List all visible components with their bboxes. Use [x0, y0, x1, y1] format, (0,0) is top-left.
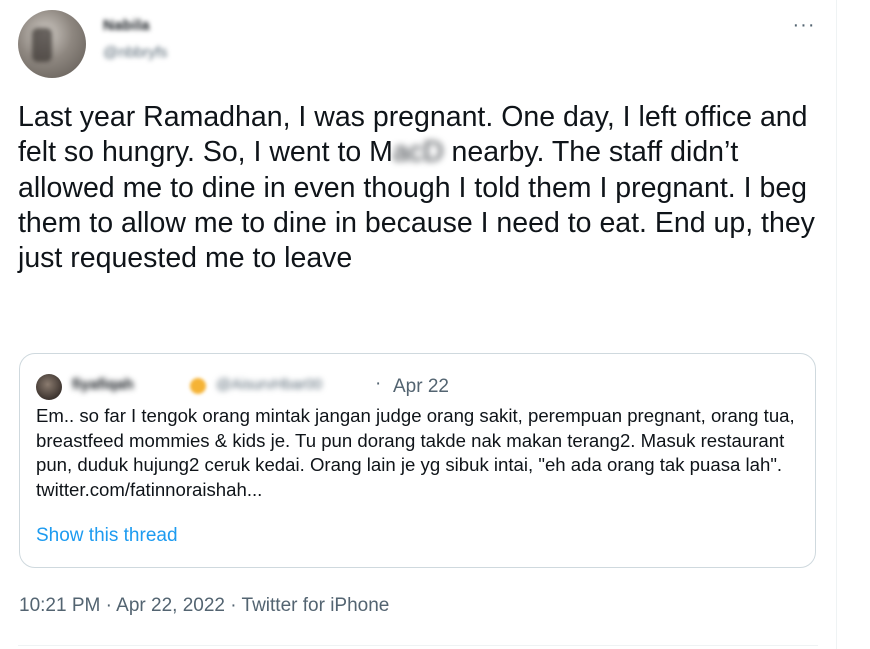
tweet-text-blurred: acD	[392, 136, 444, 169]
tweet-time[interactable]: 10:21 PM	[19, 595, 100, 616]
quoted-avatar[interactable]	[36, 374, 62, 400]
show-thread-link[interactable]: Show this thread	[36, 525, 178, 547]
meta-separator: ·	[100, 595, 117, 616]
quoted-tweet-card[interactable]: fiyafiqah @AisurvHbar00 · Apr 22 Em.. so…	[19, 353, 816, 568]
quoted-separator: ·	[375, 373, 382, 394]
tweet-date[interactable]: Apr 22, 2022	[116, 595, 225, 616]
tweet-source[interactable]: Twitter for iPhone	[242, 595, 390, 616]
author-name[interactable]: Nabila	[103, 17, 150, 34]
quoted-badge-icon	[190, 378, 206, 394]
tweet-detail: Nabila @nbbryfs ··· Last year Ramadhan, …	[0, 0, 837, 649]
quoted-author-handle: @AisurvHbar00	[216, 376, 323, 393]
tweet-text: Last year Ramadhan, I was pregnant. One …	[18, 100, 818, 276]
tweet-metadata: 10:21 PM · Apr 22, 2022 · Twitter for iP…	[19, 595, 389, 617]
more-options-icon[interactable]: ···	[786, 10, 822, 40]
author-handle[interactable]: @nbbryfs	[103, 44, 167, 61]
meta-separator: ·	[224, 595, 242, 616]
quoted-date[interactable]: Apr 22	[393, 376, 449, 398]
quoted-author-name: fiyafiqah	[72, 376, 134, 393]
avatar[interactable]	[18, 10, 86, 78]
quoted-text: Em.. so far I tengok orang mintak jangan…	[36, 405, 795, 500]
divider	[18, 645, 818, 646]
